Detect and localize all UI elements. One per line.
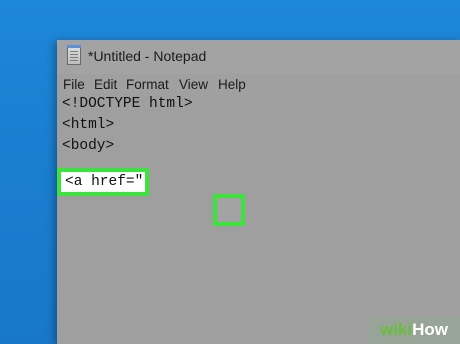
menu-edit[interactable]: Edit	[94, 77, 117, 92]
notepad-icon	[67, 45, 81, 65]
text-editor-area[interactable]: <!DOCTYPE html> <html> <body> <a href="	[57, 96, 460, 344]
menu-file[interactable]: File	[63, 77, 85, 92]
code-line-doctype: <!DOCTYPE html>	[62, 96, 193, 112]
desktop-background: *Untitled - Notepad File Edit Format Vie…	[0, 0, 460, 344]
menu-help[interactable]: Help	[218, 77, 246, 92]
highlighted-code-box: <a href="	[57, 168, 149, 196]
title-bar[interactable]: *Untitled - Notepad	[57, 40, 460, 74]
highlight-indicator-box	[213, 194, 245, 226]
menu-bar: File Edit Format View Help	[57, 74, 460, 96]
notepad-window[interactable]: *Untitled - Notepad File Edit Format Vie…	[57, 40, 460, 344]
menu-format[interactable]: Format	[126, 77, 169, 92]
code-line-html: <html>	[62, 117, 115, 133]
menu-view[interactable]: View	[179, 77, 208, 92]
highlighted-anchor-text: <a href="	[65, 174, 144, 190]
watermark-wiki: wiki	[379, 320, 413, 339]
watermark-how: How	[412, 320, 448, 339]
code-line-body: <body>	[62, 138, 115, 154]
wikihow-watermark: wikiHow	[368, 316, 460, 344]
window-title: *Untitled - Notepad	[88, 48, 207, 64]
